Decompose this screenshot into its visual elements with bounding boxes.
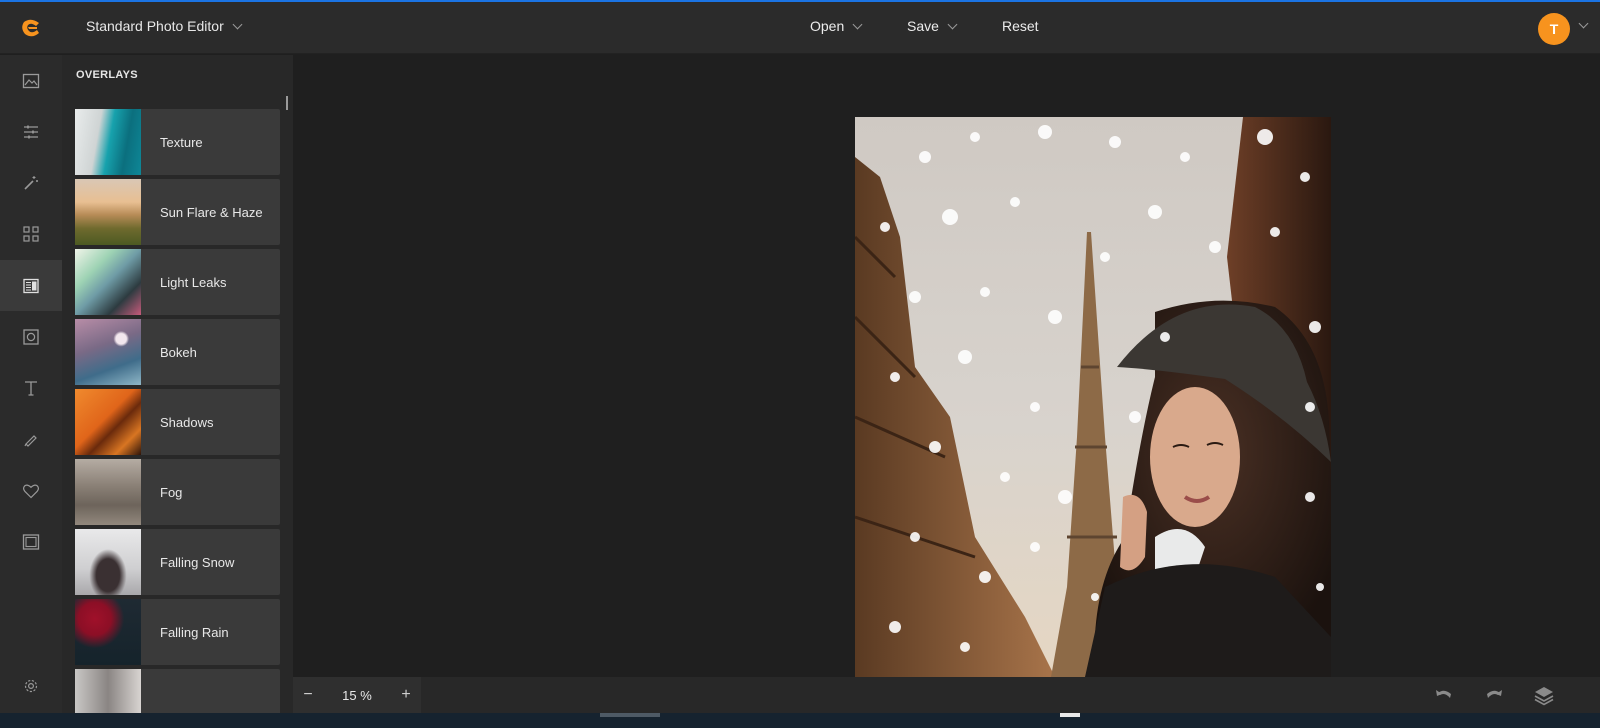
open-menu-label: Open <box>810 18 845 34</box>
tool-draw[interactable] <box>0 413 62 464</box>
top-bar: Standard Photo Editor Open Save Reset T <box>0 2 1600 54</box>
overlay-label: Shadows <box>160 414 214 430</box>
overlay-label: Texture <box>160 134 203 150</box>
border-icon <box>22 533 40 550</box>
panel-scrollbar[interactable] <box>286 96 288 110</box>
heart-icon <box>23 484 39 498</box>
account-chevron-down-icon[interactable] <box>1578 18 1589 29</box>
overlay-label: Bokeh <box>160 344 197 360</box>
tool-adjust[interactable] <box>0 106 62 157</box>
tool-image[interactable] <box>0 55 62 106</box>
tool-borders[interactable] <box>0 516 62 567</box>
layers-icon[interactable] <box>1533 684 1555 706</box>
overlay-label: Sun Flare & Haze <box>160 204 263 220</box>
app-logo-icon[interactable] <box>20 17 42 39</box>
chevron-down-icon <box>852 19 863 29</box>
tool-effects[interactable] <box>0 208 62 259</box>
zoom-in-button[interactable]: + <box>391 686 421 704</box>
settings-icon <box>24 679 38 692</box>
overlay-item-shadows[interactable]: Shadows <box>75 389 280 455</box>
photo-editor-app: Standard Photo Editor Open Save Reset T <box>0 0 1600 728</box>
tool-magic[interactable] <box>0 157 62 208</box>
avatar[interactable]: T <box>1538 13 1570 45</box>
overlay-item-falling-rain[interactable]: Falling Rain <box>75 599 280 665</box>
shadows-thumbnail <box>75 389 141 455</box>
chevron-down-icon <box>232 19 243 29</box>
edited-photo[interactable] <box>855 117 1331 677</box>
adjust-sliders-icon <box>24 125 38 138</box>
overlay-label: Falling Snow <box>160 554 235 570</box>
brush-icon <box>24 434 37 447</box>
photo-image <box>855 117 1331 677</box>
image-icon <box>22 73 40 88</box>
overlay-item-light-leaks[interactable]: Light Leaks <box>75 249 280 315</box>
bottom-toolbar: − 15 % + <box>293 677 1600 713</box>
magic-wand-icon <box>24 175 38 190</box>
sun-flare-thumbnail <box>75 179 141 245</box>
reset-button-label: Reset <box>1002 18 1039 34</box>
overlay-label: Light Leaks <box>160 274 227 290</box>
overlay-item-texture[interactable]: Texture <box>75 109 280 175</box>
save-menu-label: Save <box>907 18 939 34</box>
overlay-list[interactable]: Texture Sun Flare & Haze Light Leaks Bok… <box>75 109 280 728</box>
reset-button[interactable]: Reset <box>1002 18 1039 34</box>
falling-snow-thumbnail <box>75 529 141 595</box>
taskbar-indicator <box>1060 713 1080 717</box>
overlays-icon <box>23 278 39 293</box>
overlay-label: Falling Rain <box>160 624 229 640</box>
os-taskbar <box>0 713 1600 728</box>
undo-icon[interactable] <box>1433 684 1455 706</box>
tool-rail <box>0 55 62 713</box>
open-menu[interactable]: Open <box>810 18 863 34</box>
panel-title: OVERLAYS <box>76 69 138 81</box>
frame-icon <box>23 328 39 345</box>
texture-thumbnail <box>75 109 141 175</box>
tool-overlays[interactable] <box>0 260 62 311</box>
editor-mode-label: Standard Photo Editor <box>86 18 224 34</box>
light-leaks-thumbnail <box>75 249 141 315</box>
overlay-item-falling-snow[interactable]: Falling Snow <box>75 529 280 595</box>
editor-canvas[interactable] <box>293 55 1600 677</box>
redo-icon[interactable] <box>1483 684 1505 706</box>
overlay-item-sun-flare-haze[interactable]: Sun Flare & Haze <box>75 179 280 245</box>
fog-thumbnail <box>75 459 141 525</box>
falling-rain-thumbnail <box>75 599 141 665</box>
editor-mode-dropdown[interactable]: Standard Photo Editor <box>86 18 243 34</box>
tool-frames[interactable] <box>0 311 62 362</box>
text-icon <box>25 380 37 396</box>
bokeh-thumbnail <box>75 319 141 385</box>
effects-grid-icon <box>23 225 39 242</box>
zoom-level: 15 % <box>342 687 372 703</box>
overlay-item-bokeh[interactable]: Bokeh <box>75 319 280 385</box>
tool-favorites[interactable] <box>0 465 62 516</box>
tool-text[interactable] <box>0 362 62 413</box>
overlays-panel: OVERLAYS Texture Sun Flare & Haze Light … <box>62 55 293 728</box>
zoom-control: − 15 % + <box>293 677 421 713</box>
taskbar-indicator <box>600 713 660 717</box>
zoom-out-button[interactable]: − <box>293 686 323 704</box>
chevron-down-icon <box>947 19 958 29</box>
overlay-label: Fog <box>160 484 183 500</box>
overlay-item-fog[interactable]: Fog <box>75 459 280 525</box>
save-menu[interactable]: Save <box>907 18 958 34</box>
tool-settings[interactable] <box>0 660 62 711</box>
